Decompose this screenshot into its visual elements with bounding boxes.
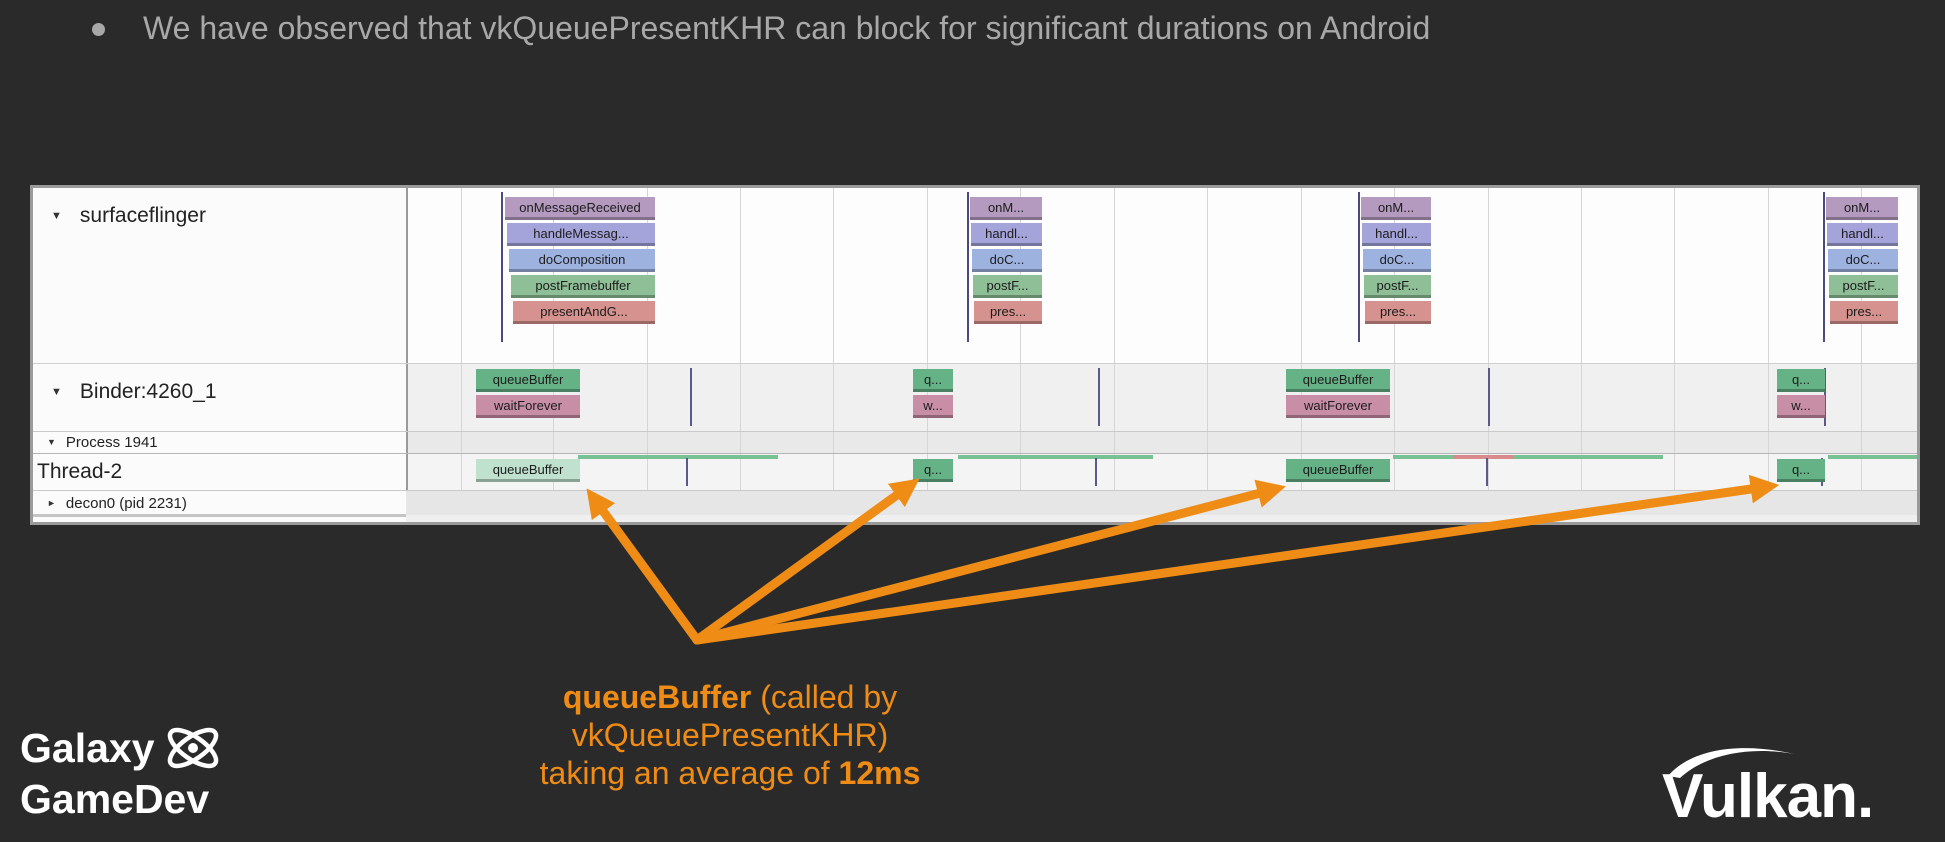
caption-text: (called by bbox=[751, 679, 898, 715]
galaxy-atom-icon bbox=[167, 727, 218, 769]
caption: queueBuffer (called by vkQueuePresentKHR… bbox=[460, 678, 1000, 792]
arrow-1 bbox=[586, 488, 702, 645]
caption-bold-value: 12ms bbox=[838, 755, 921, 791]
vulkan-swoosh-icon bbox=[1668, 748, 1794, 778]
caption-text: taking an average of bbox=[539, 755, 839, 791]
arrow-3 bbox=[692, 479, 1286, 645]
vulkan-logo: Vulkan. bbox=[1662, 740, 1927, 832]
caption-text: vkQueuePresentKHR) bbox=[571, 717, 889, 753]
caption-bold-term: queueBuffer bbox=[562, 679, 752, 715]
galaxy-gamedev-logo: Galaxy GameDev bbox=[20, 722, 223, 824]
logo-text: GameDev bbox=[20, 776, 210, 822]
logo-text: Galaxy bbox=[20, 725, 155, 771]
arrow-4 bbox=[692, 474, 1780, 645]
